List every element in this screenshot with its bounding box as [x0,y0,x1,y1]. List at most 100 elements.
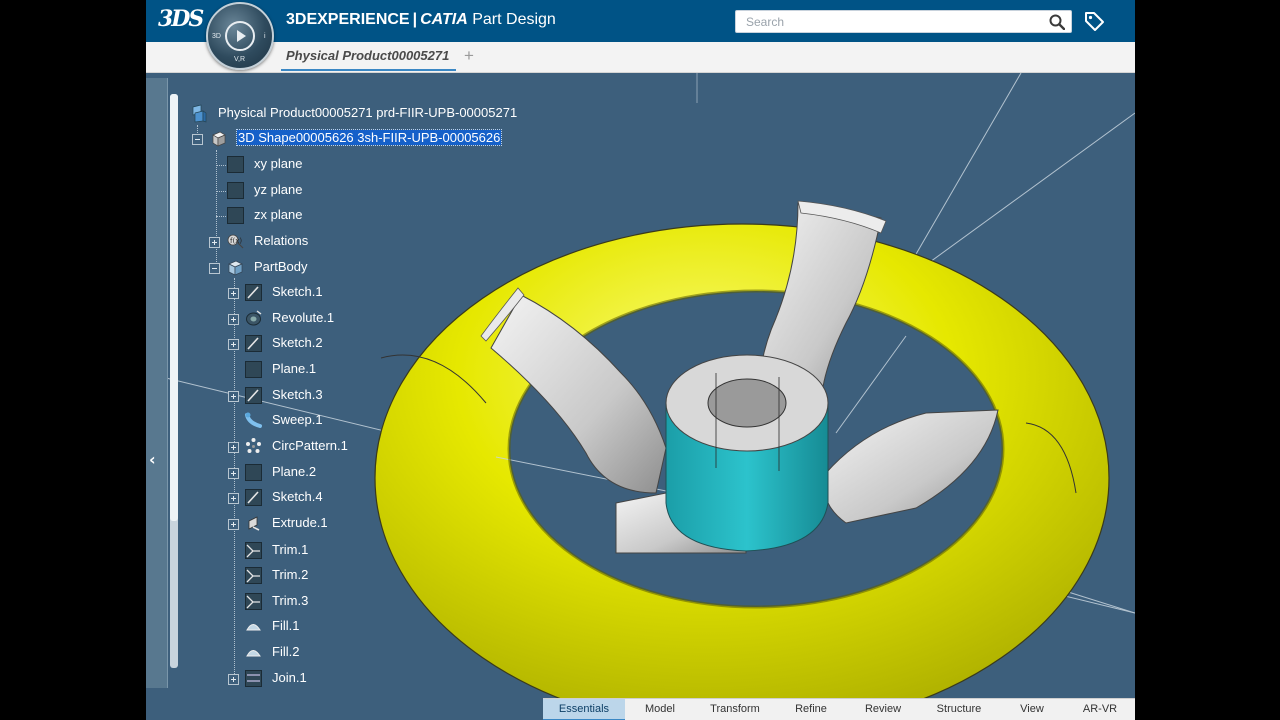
tree-label: Sweep.1 [272,412,323,427]
tree-node-sketch-1[interactable]: Sketch.1 [244,282,394,304]
search-box [735,10,1072,33]
tree-node-extrude-1[interactable]: Extrude.1 [244,513,394,535]
tree-node-yz-plane[interactable]: yz plane [226,180,366,202]
document-tab-bar: Physical Product00005271 + [146,42,1135,73]
tree-node-3d-shape[interactable]: 3D Shape00005626 3sh-FIIR-UPB-00005626 [209,128,589,150]
trim-icon [245,567,262,584]
tree-collapse-toggle[interactable] [192,134,203,145]
tree-connector [216,165,226,166]
tree-node-plane-2[interactable]: Plane.2 [244,462,394,484]
tree-node-sweep-1[interactable]: Sweep.1 [244,410,394,432]
sketch-icon [245,335,262,352]
tree-node-revolute-1[interactable]: Revolute.1 [244,308,394,330]
app-name-module: Part Design [472,11,556,28]
tree-connector [216,150,217,268]
app-name-3dexperience: 3DEXPERIENCE [286,11,410,28]
dassault-logo[interactable]: 3DS [158,6,204,32]
tree-node-trim-3[interactable]: Trim.3 [244,591,394,613]
tree-node-fill-2[interactable]: Fill.2 [244,642,394,664]
tag-icon[interactable] [1083,10,1105,32]
tree-label: Plane.2 [272,464,317,479]
tab-physical-product[interactable]: Physical Product00005271 [281,42,456,72]
tree-label: Trim.2 [272,567,309,582]
tree-label: Plane.1 [272,361,317,376]
tree-connector [216,191,226,192]
tree-label: PartBody [254,259,308,274]
tree-expand-toggle[interactable] [228,519,239,530]
tree-node-sketch-2[interactable]: Sketch.2 [244,333,394,355]
tree-collapse-toggle[interactable] [209,263,220,274]
tree-node-circpattern-1[interactable]: CircPattern.1 [244,436,394,458]
fill-icon [246,650,261,657]
title-separator: | [412,11,418,28]
tree-label: Revolute.1 [272,310,335,325]
compass-widget[interactable]: 3D i V,R [206,2,274,70]
tab-refine[interactable]: Refine [775,699,847,720]
tree-expand-toggle[interactable] [228,442,239,453]
tree-expand-toggle[interactable] [228,314,239,325]
tree-expand-toggle[interactable] [228,468,239,479]
svg-text:f(x): f(x) [230,237,242,245]
3d-shape-icon [212,131,226,147]
tree-scrollbar[interactable] [170,94,178,668]
tab-essentials[interactable]: Essentials [543,699,625,720]
tree-node-xy-plane[interactable]: xy plane [226,154,366,176]
tree-label: Fill.1 [272,618,300,633]
tree-node-trim-1[interactable]: Trim.1 [244,540,394,562]
tab-active-underline [281,69,456,71]
tree-expand-toggle[interactable] [228,493,239,504]
tab-transform[interactable]: Transform [695,699,775,720]
tree-node-partbody[interactable]: PartBody [226,257,386,279]
app-title: 3DEXPERIENCE | CATIA Part Design [286,11,556,29]
tree-expand-toggle[interactable] [228,339,239,350]
tree-label: Sketch.2 [272,335,323,350]
tree-node-zx-plane[interactable]: zx plane [226,205,366,227]
tree-label: yz plane [254,182,303,197]
trim-icon [245,542,262,559]
tree-node-join-1[interactable]: Join.1 [244,668,394,690]
tree-node-fill-1[interactable]: Fill.1 [244,616,394,638]
fill-icon [246,624,261,631]
tree-node-root-product[interactable]: Physical Product00005271 prd-FIIR-UPB-00… [190,103,590,125]
search-input[interactable] [744,14,1038,30]
compass-i-label: i [264,33,266,40]
tree-scrollbar-thumb[interactable] [170,94,178,521]
relations-icon: f(x) [227,234,244,249]
sketch-icon [245,284,262,301]
tab-ar-vr[interactable]: AR-VR [1065,699,1135,720]
plane-icon [245,361,262,378]
add-tab-button[interactable]: + [464,46,474,66]
tab-structure[interactable]: Structure [919,699,999,720]
tree-expand-toggle[interactable] [228,288,239,299]
collapse-panel-chevron-icon[interactable]: ‹ [149,450,156,469]
tree-label: Trim.3 [272,593,309,608]
trim-icon [245,593,262,610]
tree-node-sketch-4[interactable]: Sketch.4 [244,487,394,509]
tree-node-trim-2[interactable]: Trim.2 [244,565,394,587]
sketch-icon [245,387,262,404]
sweep-icon [245,412,262,428]
revolute-icon [246,310,262,326]
handwheel-model[interactable] [374,200,1110,720]
tree-label: Sketch.4 [272,489,323,504]
tab-view[interactable]: View [999,699,1065,720]
tree-node-relations[interactable]: f(x) Relations [226,231,386,253]
compass-3d-label: 3D [212,33,221,40]
physical-product-icon [192,104,207,123]
tree-expand-toggle[interactable] [228,391,239,402]
tree-connector [216,216,226,217]
tree-expand-toggle[interactable] [228,674,239,685]
action-bar: Essentials Model Transform Refine Review… [543,698,1135,720]
sketch-icon [245,489,262,506]
top-bar: 3DS 3DEXPERIENCE | CATIA Part Design [146,0,1135,42]
tree-label: Trim.1 [272,542,309,557]
search-icon[interactable] [1049,14,1065,30]
play-icon [237,30,246,42]
tree-node-sketch-3[interactable]: Sketch.3 [244,385,394,407]
tree-node-plane-1[interactable]: Plane.1 [244,359,394,381]
tab-model[interactable]: Model [625,699,695,720]
plane-icon [245,464,262,481]
play-button[interactable] [225,21,255,51]
tree-expand-toggle[interactable] [209,237,220,248]
tab-review[interactable]: Review [847,699,919,720]
